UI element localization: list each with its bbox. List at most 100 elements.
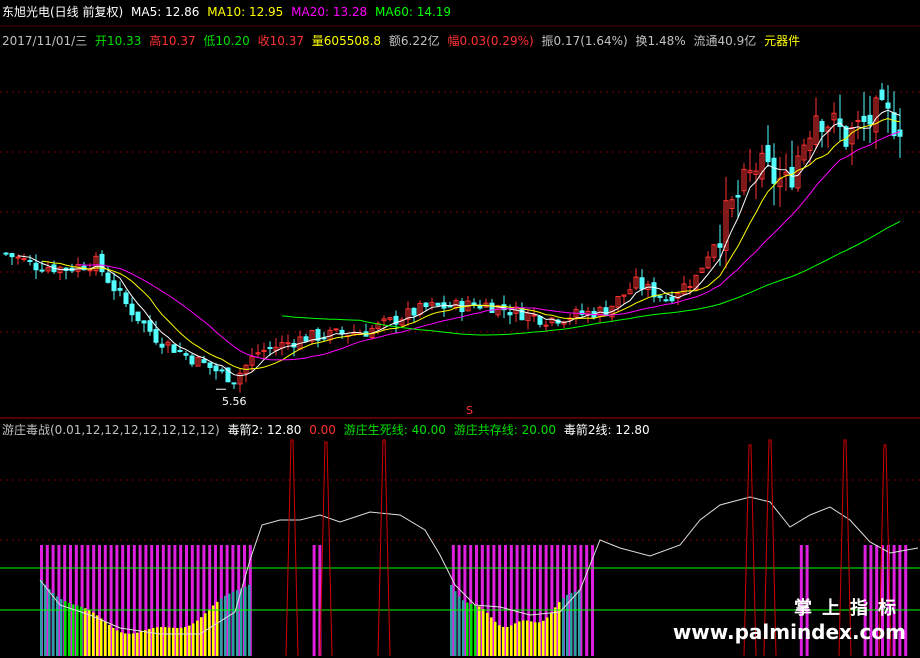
ma10-value: MA10: 12.95 [207,5,284,19]
ma20-value: MA20: 13.28 [291,5,368,19]
indicator-name: 游庄毒战(0.01,12,12,12,12,12,12,12) [2,423,220,437]
candle-body [207,362,213,368]
indicator-coexist: 游庄共存线: 20.00 [453,423,556,437]
trough-bar-right [458,596,461,656]
trough-bar-left [128,633,131,656]
indicator-header: 游庄毒战(0.01,12,12,12,12,12,12,12) 毒箭2: 12.… [2,421,654,438]
trough-bar-right [498,625,501,656]
trough-bar-left [124,633,127,656]
candle-body [867,114,873,125]
candle-body [663,299,669,302]
trough-bar-right [574,591,577,656]
candle-body [639,277,645,290]
trough-bar-right [478,606,481,656]
quote-bar: 2017/11/01/三 开10.33 高10.37 低10.20 收10.37… [2,32,804,49]
candle-body [507,312,513,316]
trough-bar-left [228,593,231,656]
candle-body [105,272,111,283]
trough-bar-left [180,627,183,656]
trough-bar-left [104,621,107,656]
trough-bar-left [88,610,91,656]
candle-body [27,260,33,263]
trough-bar-right [466,602,469,656]
trough-bar-right [450,585,453,656]
candle-body [423,302,429,308]
candle-body [537,315,543,325]
candle-body [135,311,141,322]
candle-body [789,166,795,188]
trough-bar-left [192,623,195,656]
stock-title: 东旭光电(日线 前复权) [2,5,124,19]
trough-bar-left [92,612,95,656]
candle-body [123,292,129,305]
s-marker: S [466,404,473,417]
trough-bar-right [542,620,545,656]
candle-body [33,262,39,271]
trough-bar-left [208,609,211,656]
candle-body [717,243,723,248]
trough-bar-left [144,630,147,656]
trough-bar-left [48,588,51,656]
trough-bar-left [116,630,119,656]
trough-bar-right [550,612,553,656]
quote-amount: 额6.22亿 [388,34,440,48]
trough-bar-left [56,596,59,656]
trough-bar-left [220,598,223,656]
trough-bar-right [454,591,457,656]
signal-bar [585,545,589,656]
trough-bar-left [108,625,111,656]
quote-volume: 量605508.8 [311,34,382,48]
quote-turnover: 换1.48% [635,34,686,48]
trough-bar-left [176,628,179,656]
candle-body [147,320,153,332]
indicator-arrow-value: 0.00 [309,423,336,437]
candle-body [201,359,207,363]
candle-body [519,307,525,321]
trough-bar-right [514,623,517,656]
quote-float-cap: 流通40.9亿 [693,34,757,48]
trough-bar-right [578,589,581,656]
trough-bar-left [232,591,235,656]
candle-body [687,285,693,288]
indicator-arrow2: 毒箭2线: 12.80 [563,423,650,437]
trough-bar-right [502,626,505,656]
trough-bar-left [68,602,71,656]
trough-bar-left [164,627,167,656]
candle-body [771,157,777,184]
candle-body [159,343,165,348]
trough-bar-right [494,621,497,656]
trough-bar-left [140,631,143,656]
trough-bar-left [200,617,203,656]
arrow-spike-1 [319,441,333,657]
candle-body [879,89,885,100]
trough-bar-right [530,621,533,656]
trough-bar-left [240,588,243,656]
candle-body [303,336,309,342]
candle-body [489,302,495,314]
trough-bar-right [562,597,565,656]
trough-bar-right [518,621,521,656]
trough-bar-left [184,627,187,656]
candle-body [171,344,177,353]
trough-bar-left [84,608,87,656]
candle-body [21,258,27,261]
candle-body [189,355,195,365]
trough-bar-right [554,607,557,656]
candle-body [435,302,441,306]
quote-change: 幅0.03(0.29%) [447,34,534,48]
signal-bar [312,545,316,656]
main-chart-header: 东旭光电(日线 前复权) MA5: 12.86 MA10: 12.95 MA20… [2,3,455,20]
candle-body [117,288,123,291]
candle-body [99,253,105,273]
candle-body [177,350,183,353]
trough-bar-left [152,627,155,656]
candle-body [9,253,15,258]
candle-body [285,342,291,345]
trough-bar-left [172,627,175,656]
trough-bar-left [224,595,227,656]
candle-body [657,295,663,298]
watermark-cn: 掌上指标 [794,598,906,619]
quote-amplitude: 振0.17(1.64%) [541,34,628,48]
trough-bar-left [40,580,43,656]
ma20-line [77,131,901,361]
